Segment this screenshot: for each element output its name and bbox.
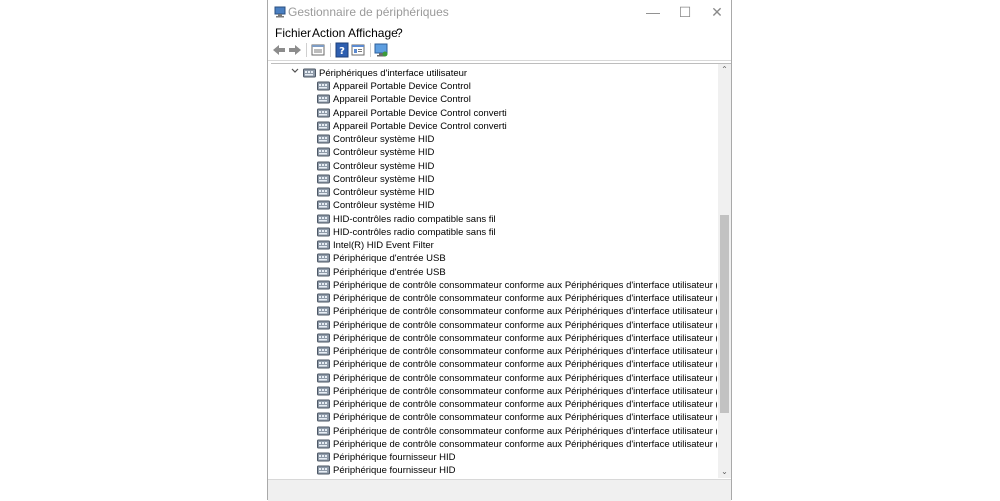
toolbar: ? [268,40,731,61]
device-label: Périphérique fournisseur HID [333,452,456,463]
close-button[interactable]: ✕ [701,0,733,24]
minimize-button[interactable]: — [637,0,669,24]
title-bar[interactable]: Gestionnaire de périphériques — ☐ ✕ [268,0,731,24]
scroll-up-button[interactable]: ⌃ [718,64,731,76]
hid-device-icon [303,68,316,78]
hid-device-icon [317,346,330,356]
device-tree-pane: Périphériques d'interface utilisateur Ap… [271,63,731,478]
device-label: Périphérique de contrôle consommateur co… [333,293,717,304]
device-manager-window: Gestionnaire de périphériques — ☐ ✕ Fich… [267,0,732,501]
device-label: Appareil Portable Device Control convert… [333,120,507,132]
device-label: Périphérique d'entrée USB [333,266,446,278]
device-label: Appareil Portable Device Control convert… [333,107,507,119]
hid-device-icon [317,161,330,170]
device-label: Périphérique de contrôle consommateur co… [333,399,717,410]
hid-device-icon [317,214,330,223]
hid-device-icon [317,253,330,263]
hid-device-icon [317,134,330,144]
hid-device-icon [317,187,330,197]
hid-device-icon [317,386,330,396]
toolbar-separator [330,43,331,57]
monitor-icon[interactable] [373,42,389,58]
device-label: HID-contrôles radio compatible sans fil [333,226,496,238]
menu-action[interactable]: Action [312,26,345,40]
toolbar-separator [370,43,371,57]
hid-device-icon [317,439,330,449]
vertical-scrollbar[interactable]: ⌃ ⌄ [718,64,731,478]
properties-icon[interactable] [310,42,326,58]
status-bar [268,479,731,501]
hid-device-icon [317,320,330,329]
scrollbar-thumb[interactable] [720,215,729,413]
toolbar-separator [306,43,307,57]
device-label: Contrôleur système HID [333,134,435,145]
hid-device-icon [317,426,330,435]
tree-category-label: Périphériques d'interface utilisateur [319,68,468,79]
device-label: Contrôleur système HID [333,187,435,198]
device-tree[interactable]: Périphériques d'interface utilisateur Ap… [271,64,717,478]
device-label: Périphérique de contrôle consommateur co… [333,346,717,357]
device-label: HID-contrôles radio compatible sans fil [333,213,496,225]
device-label: Intel(R) HID Event Filter [333,240,434,251]
hid-device-icon [317,267,330,276]
device-label: Périphérique de contrôle consommateur co… [333,332,717,344]
device-label: Périphérique de contrôle consommateur co… [333,412,717,424]
device-label: Périphérique fournisseur HID [333,478,456,479]
device-label: Périphérique d'entrée USB [333,253,446,265]
hid-device-icon [317,94,330,104]
hid-device-icon [317,147,330,157]
view-icon[interactable] [350,42,366,58]
maximize-button[interactable]: ☐ [669,0,701,24]
device-label: Appareil Portable Device Control [333,81,471,92]
hid-device-icon [317,306,330,316]
menu-fichier[interactable]: Fichier [275,26,311,40]
hid-device-icon [317,280,330,290]
window-title: Gestionnaire de périphériques [288,5,449,19]
device-label: Périphérique de contrôle consommateur co… [333,385,717,397]
hid-device-icon [317,412,330,422]
device-label: Périphérique fournisseur HID [333,465,456,477]
hid-device-icon [317,81,330,91]
chevron-down-icon[interactable] [291,67,299,75]
hid-device-icon [317,452,330,462]
hid-device-icon [317,121,330,131]
forward-icon[interactable] [287,42,303,58]
hid-device-icon [317,240,330,250]
device-label: Périphérique de contrôle consommateur co… [333,372,717,384]
device-label: Périphérique de contrôle consommateur co… [333,319,717,331]
device-label: Contrôleur système HID [333,160,435,172]
scroll-down-button[interactable]: ⌄ [718,466,731,478]
menu-help[interactable]: ? [396,26,403,40]
hid-device-icon [317,333,330,343]
device-label: Périphérique de contrôle consommateur co… [333,306,717,318]
device-manager-app-icon [274,6,286,18]
device-label: Périphérique de contrôle consommateur co… [333,279,717,291]
device-label: Contrôleur système HID [333,173,435,185]
device-label: Périphérique de contrôle consommateur co… [333,359,717,371]
device-label: Périphérique de contrôle consommateur co… [333,425,717,437]
menu-affichage[interactable]: Affichage [348,26,398,40]
device-label: Appareil Portable Device Control [333,94,471,106]
hid-device-icon [317,465,330,475]
hid-device-icon [317,359,330,369]
device-label: Contrôleur système HID [333,147,435,159]
device-label: Contrôleur système HID [333,200,435,212]
svg-text:?: ? [339,46,345,57]
hid-device-icon [317,200,330,210]
hid-device-icon [317,399,330,409]
hid-device-icon [317,373,330,382]
hid-device-icon [317,227,330,237]
menu-bar: Fichier Action Affichage ? [268,24,731,40]
hid-device-icon [317,293,330,303]
back-icon[interactable] [271,42,287,58]
hid-device-icon [317,174,330,184]
hid-device-icon [317,108,330,117]
help-icon[interactable]: ? [334,42,350,58]
device-label: Périphérique de contrôle consommateur co… [333,438,717,450]
